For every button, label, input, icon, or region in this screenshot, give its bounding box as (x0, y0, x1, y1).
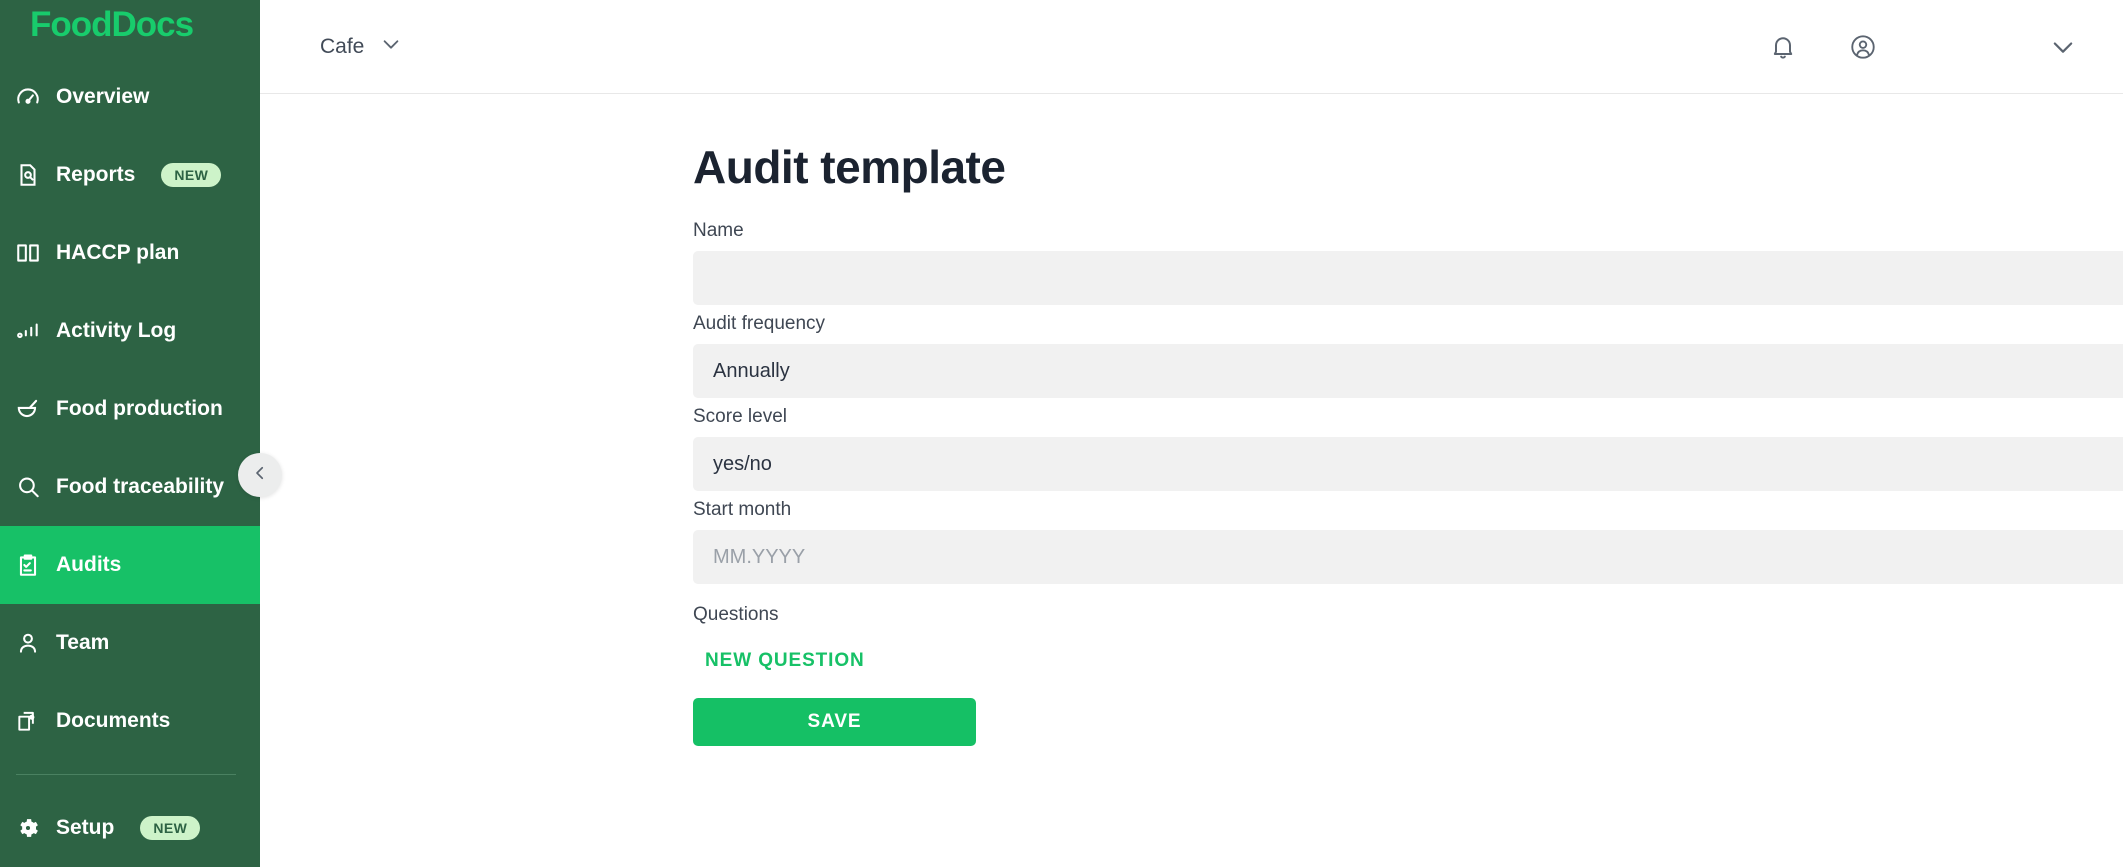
field-score-level: Score level yes/no (693, 406, 2123, 491)
sidebar-item-team[interactable]: Team (0, 604, 260, 682)
sidebar-item-setup[interactable]: Setup NEW (0, 789, 260, 867)
sidebar-item-label: Audits (56, 553, 122, 576)
site-selector[interactable]: Cafe (320, 33, 402, 61)
sidebar-item-label: Food traceability (56, 475, 225, 498)
gauge-icon (14, 83, 42, 111)
search-icon (14, 473, 42, 501)
sidebar-item-audits[interactable]: Audits (0, 526, 260, 604)
sidebar-item-overview[interactable]: Overview (0, 58, 260, 136)
sidebar-item-label: HACCP plan (56, 241, 180, 264)
field-name: Name (693, 220, 2123, 305)
documents-icon (14, 707, 42, 735)
sidebar-item-food-production[interactable]: Food production (0, 370, 260, 448)
sidebar-item-label: Food production (56, 397, 223, 420)
sidebar-item-label: Setup (56, 816, 115, 839)
sidebar-item-activity-log[interactable]: Activity Log (0, 292, 260, 370)
sidebar-item-label: Reports (56, 163, 136, 186)
sidebar-item-haccp-plan[interactable]: HACCP plan (0, 214, 260, 292)
mortar-icon (14, 395, 42, 423)
chevron-down-icon (2049, 33, 2077, 61)
field-start-month: Start month MM.YYYY (693, 499, 2123, 584)
field-audit-frequency: Audit frequency Annually (693, 313, 2123, 398)
sidebar-divider (16, 774, 236, 775)
logo[interactable]: FoodDocs (0, 0, 260, 48)
app-root: FoodDocs Overview Reports NEW HACCP plan… (0, 0, 2123, 867)
audit-template-form: Name Audit frequency Annually Score leve… (693, 220, 2123, 746)
sidebar-item-label: Overview (56, 85, 150, 108)
main-area: Cafe Audit template Name Audit frequency… (260, 0, 2123, 867)
status-badge: NEW (161, 163, 222, 187)
score-level-select[interactable]: yes/no (693, 437, 2123, 491)
sidebar-item-reports[interactable]: Reports NEW (0, 136, 260, 214)
sidebar-item-label: Team (56, 631, 110, 654)
chevron-down-icon (380, 33, 402, 61)
new-question-button[interactable]: NEW QUESTION (691, 640, 879, 682)
gear-icon (14, 814, 42, 842)
name-label: Name (693, 220, 744, 241)
sidebar-item-food-traceability[interactable]: Food traceability (0, 448, 260, 526)
site-selector-label: Cafe (320, 34, 365, 58)
sidebar-item-label: Activity Log (56, 319, 177, 342)
account-button[interactable] (1849, 33, 1877, 61)
audit-frequency-value: Annually (713, 359, 790, 382)
score-level-label: Score level (693, 406, 787, 427)
start-month-placeholder: MM.YYYY (713, 545, 806, 568)
logo-label: FoodDocs (30, 4, 194, 44)
sidebar-collapse-button[interactable] (238, 453, 282, 497)
sidebar-item-documents[interactable]: Documents (0, 682, 260, 760)
start-month-label: Start month (693, 499, 792, 520)
start-month-input[interactable]: MM.YYYY (693, 530, 2123, 584)
sidebar-nav: Overview Reports NEW HACCP plan Activity… (0, 48, 260, 867)
notifications-button[interactable] (1769, 33, 1797, 61)
sidebar: FoodDocs Overview Reports NEW HACCP plan… (0, 0, 260, 867)
topbar-menu-button[interactable] (2049, 33, 2077, 61)
name-input[interactable] (693, 251, 2123, 305)
questions-label: Questions (693, 604, 779, 625)
save-button[interactable]: SAVE (693, 698, 976, 746)
report-icon (14, 161, 42, 189)
bell-icon (1769, 33, 1797, 61)
book-icon (14, 239, 42, 267)
logo-text: FoodDocs (30, 4, 194, 44)
score-level-value: yes/no (713, 452, 772, 475)
chevron-left-icon (251, 464, 269, 487)
page-title: Audit template (693, 141, 1006, 193)
bars-icon (14, 317, 42, 345)
status-badge: NEW (140, 816, 201, 840)
audit-frequency-label: Audit frequency (693, 313, 826, 334)
topbar: Cafe (260, 0, 2123, 94)
clipboard-icon (14, 551, 42, 579)
person-icon (14, 629, 42, 657)
page-content: Audit template Name Audit frequency Annu… (260, 94, 2123, 867)
audit-frequency-select[interactable]: Annually (693, 344, 2123, 398)
topbar-actions (1769, 33, 2077, 61)
sidebar-item-label: Documents (56, 709, 171, 732)
user-circle-icon (1849, 33, 1877, 61)
